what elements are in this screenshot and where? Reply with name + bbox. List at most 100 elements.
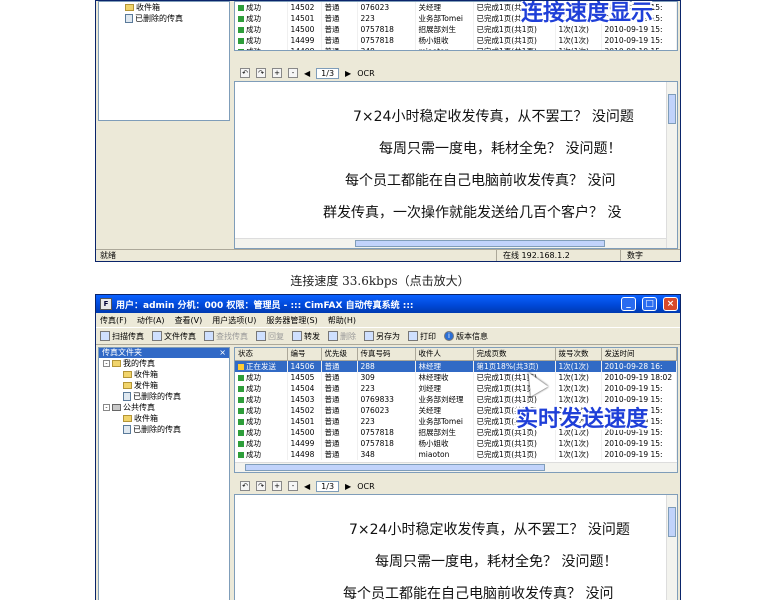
table-row[interactable]: 成功 14499 普通 0757818 杨小姐收 已完成1页(共1页) 1次(1次) 2010… xyxy=(235,35,677,46)
col-id[interactable]: 编号 xyxy=(287,348,322,361)
horizontal-scrollbar[interactable] xyxy=(235,462,677,472)
zoom-out-icon[interactable]: - xyxy=(288,481,298,491)
cell-level: 普通 xyxy=(321,2,358,13)
collapse-icon[interactable]: - xyxy=(103,404,110,411)
reply-button[interactable]: 回复 xyxy=(256,331,284,342)
about-button[interactable]: i 版本信息 xyxy=(444,331,488,342)
folder-icon xyxy=(123,415,132,422)
tree-item-public-fax[interactable]: - 公共传真 xyxy=(99,402,229,413)
doc-line: 每周只需一度电，耗材全免？ 没问题！ xyxy=(375,554,618,570)
table-row[interactable]: 成功 14504 普通 223 刘经理 已完成1页(共1页) 1次(1次) 2010-09-1… xyxy=(235,382,677,394)
vertical-scrollbar[interactable] xyxy=(666,82,677,248)
menu-view[interactable]: 查看(V) xyxy=(175,315,203,326)
menu-help[interactable]: 帮助(H) xyxy=(328,315,356,326)
collapse-icon[interactable]: - xyxy=(103,360,110,367)
rotate-left-icon[interactable]: ↶ xyxy=(240,68,250,78)
delete-button[interactable]: 删除 xyxy=(328,331,356,342)
next-page-icon[interactable]: ▶ xyxy=(345,482,351,491)
cell-number: 223 xyxy=(357,382,416,394)
prev-page-icon[interactable]: ◀ xyxy=(304,482,310,491)
cell-number: 0757818 xyxy=(357,35,416,46)
success-icon xyxy=(238,16,244,22)
page-indicator[interactable]: 1/3 xyxy=(316,67,340,79)
col-send-time[interactable]: 发送时间 xyxy=(601,348,677,361)
tree-item-public-inbox[interactable]: 收件箱 xyxy=(99,413,229,424)
cell-time: 2010-09-19 15: xyxy=(601,382,677,394)
menu-fax[interactable]: 传真(F) xyxy=(100,315,127,326)
close-pane-icon[interactable]: × xyxy=(219,348,226,358)
ocr-button[interactable]: OCR xyxy=(357,482,374,491)
file-fax-button[interactable]: 文件传真 xyxy=(152,331,196,342)
tree-item-deleted[interactable]: 已删除的传真 xyxy=(99,391,229,402)
table-row[interactable]: 成功14498普通348miaoton已完成1页(共1页)1次(1次)2010-… xyxy=(235,448,677,460)
ocr-button[interactable]: OCR xyxy=(357,69,374,78)
cell-recipient: 关经理 xyxy=(415,404,474,416)
info-icon: i xyxy=(444,331,454,341)
success-icon xyxy=(238,418,244,425)
cell-recipient: 杨小姐收 xyxy=(415,437,474,449)
rotate-right-icon[interactable]: ↷ xyxy=(256,68,266,78)
forward-button[interactable]: 转发 xyxy=(292,331,320,342)
tree-item-outbox[interactable]: 发件箱 xyxy=(99,380,229,391)
cell-time: 2010-09-19 15: xyxy=(601,35,677,46)
fax-window-top: 收件箱 已删除的传真 成功 14502 普通 076023 关经理 已完成1页(共1页) 1… xyxy=(95,0,681,262)
cell-number: 223 xyxy=(357,13,416,24)
tree-item-public-deleted[interactable]: 已删除的传真 xyxy=(99,424,229,435)
cell-recipient: 关经理 xyxy=(415,2,474,13)
col-pages[interactable]: 完成页数 xyxy=(473,348,556,361)
find-fax-button[interactable]: 查找传真 xyxy=(204,331,248,342)
trash-icon xyxy=(123,425,131,434)
tree-item-my-fax[interactable]: - 我的传真 xyxy=(99,358,229,369)
next-page-icon[interactable]: ▶ xyxy=(345,69,351,78)
col-fax-number[interactable]: 传真号码 xyxy=(357,348,416,361)
title-bar[interactable]: F 用户：admin 分机：000 权限：管理员 - ::: CimFAX 自动… xyxy=(96,295,680,313)
scan-fax-button[interactable]: 扫描传真 xyxy=(100,331,144,342)
success-icon xyxy=(238,5,244,11)
doc-line: 群发传真，一次操作就能发送给几百个客户？ 没 xyxy=(323,205,622,221)
rotate-left-icon[interactable]: ↶ xyxy=(240,481,250,491)
col-dials[interactable]: 拨号次数 xyxy=(555,348,602,361)
table-row[interactable]: 成功 14505 普通 309 林经理收 已完成1页(共1页) 1次(1次) 2010-09-… xyxy=(235,371,677,383)
col-recipient[interactable]: 收件人 xyxy=(415,348,474,361)
cell-level: 普通 xyxy=(321,24,358,35)
minimize-icon[interactable]: _ xyxy=(621,297,636,311)
zoom-in-icon[interactable]: + xyxy=(272,68,282,78)
save-as-button[interactable]: 另存为 xyxy=(364,331,400,342)
vertical-scrollbar[interactable] xyxy=(666,495,677,600)
table-row[interactable]: 成功 14499 普通 0757818 杨小姐收 已完成1页(共1页) 1次(1次) 2010… xyxy=(235,437,677,449)
success-icon xyxy=(238,429,244,436)
menu-server[interactable]: 服务器管理(S) xyxy=(266,315,317,326)
tree-item-deleted[interactable]: 已删除的传真 xyxy=(99,13,229,24)
cell-progress: 已完成1页(共1页) xyxy=(473,46,556,50)
col-priority[interactable]: 优先级 xyxy=(321,348,358,361)
zoom-out-icon[interactable]: - xyxy=(288,68,298,78)
zoom-in-icon[interactable]: + xyxy=(272,481,282,491)
cell-time: 2010-09-28 16: xyxy=(601,360,677,372)
scanner-icon xyxy=(100,331,110,341)
cell-status: 成功 xyxy=(235,382,288,394)
success-icon xyxy=(238,27,244,33)
cell-status: 正在发送 xyxy=(235,360,288,372)
col-status[interactable]: 状态 xyxy=(235,348,288,361)
maximize-icon[interactable]: □ xyxy=(642,297,657,311)
table-row[interactable]: 正在发送 14506 普通 288 林经理 第1页18%(共3页) 1次(1次) 2010-0… xyxy=(235,360,677,372)
cell-id: 14500 xyxy=(287,426,322,438)
document-icon xyxy=(152,331,162,341)
rotate-right-icon[interactable]: ↷ xyxy=(256,481,266,491)
close-icon[interactable]: × xyxy=(663,297,678,311)
cell-status: 成功 xyxy=(235,13,288,24)
horizontal-scrollbar[interactable] xyxy=(235,238,666,248)
menu-user-options[interactable]: 用户选项(U) xyxy=(212,315,256,326)
tree-item-inbox[interactable]: 收件箱 xyxy=(99,2,229,13)
caption[interactable]: 连接速度 33.6kbps（点击放大） xyxy=(0,272,760,289)
prev-page-icon[interactable]: ◀ xyxy=(304,69,310,78)
table-row[interactable]: 成功14498普通348miaoton已完成1页(共1页)1次(1次)2010-… xyxy=(235,46,677,50)
tree-item-inbox[interactable]: 收件箱 xyxy=(99,369,229,380)
print-button[interactable]: 打印 xyxy=(408,331,436,342)
menu-action[interactable]: 动作(A) xyxy=(137,315,165,326)
delete-icon xyxy=(328,331,338,341)
menu-bar: 传真(F) 动作(A) 查看(V) 用户选项(U) 服务器管理(S) 帮助(H) xyxy=(96,313,680,327)
page-indicator[interactable]: 1/3 xyxy=(316,480,340,492)
cell-status: 成功 xyxy=(235,24,288,35)
cell-number: 0757818 xyxy=(357,426,416,438)
